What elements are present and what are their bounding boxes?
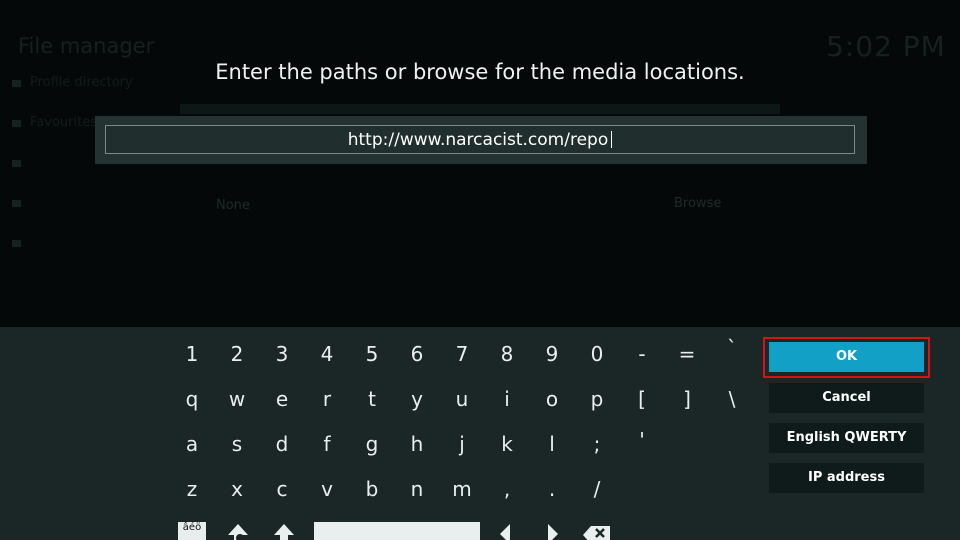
bg-folder-icon bbox=[12, 200, 21, 207]
key[interactable]: 3 bbox=[262, 342, 302, 366]
key[interactable]: b bbox=[352, 477, 392, 501]
key[interactable]: 5 bbox=[352, 342, 392, 366]
bg-panel bbox=[180, 104, 780, 114]
bg-list-item: Favourites bbox=[30, 115, 97, 130]
key[interactable]: 8 bbox=[487, 342, 527, 366]
key[interactable]: h bbox=[397, 432, 437, 456]
symbols-icon[interactable] bbox=[224, 522, 252, 540]
key[interactable]: q bbox=[172, 387, 212, 411]
key[interactable]: k bbox=[487, 432, 527, 456]
key[interactable]: t bbox=[352, 387, 392, 411]
key[interactable]: ' bbox=[622, 428, 662, 452]
key[interactable]: z bbox=[172, 477, 212, 501]
path-input-value: http://www.narcacist.com/repo bbox=[347, 130, 609, 150]
cursor-left-icon[interactable] bbox=[496, 522, 516, 540]
key[interactable]: c bbox=[262, 477, 302, 501]
key[interactable]: ; bbox=[577, 432, 617, 456]
bg-none-label: None bbox=[216, 198, 250, 213]
key[interactable]: w bbox=[217, 387, 257, 411]
bg-folder-icon bbox=[12, 240, 21, 247]
dialog-heading: Enter the paths or browse for the media … bbox=[215, 60, 745, 84]
key[interactable]: / bbox=[577, 477, 617, 501]
key[interactable]: 6 bbox=[397, 342, 437, 366]
key[interactable]: . bbox=[532, 477, 572, 501]
key[interactable]: j bbox=[442, 432, 482, 456]
key[interactable]: u bbox=[442, 387, 482, 411]
keyboard-layout-button[interactable]: English QWERTY bbox=[769, 423, 924, 453]
space-key[interactable] bbox=[314, 522, 480, 540]
key[interactable]: 0 bbox=[577, 342, 617, 366]
key[interactable]: ] bbox=[667, 387, 707, 411]
key[interactable]: p bbox=[577, 387, 617, 411]
ok-button[interactable]: OK bbox=[769, 342, 924, 372]
accent-key[interactable]: âéö bbox=[178, 522, 206, 540]
bg-folder-icon bbox=[12, 120, 21, 127]
text-caret bbox=[611, 131, 613, 148]
key[interactable]: r bbox=[307, 387, 347, 411]
bg-browse-label: Browse bbox=[674, 196, 722, 211]
key[interactable]: i bbox=[487, 387, 527, 411]
key[interactable]: l bbox=[532, 432, 572, 456]
key[interactable]: d bbox=[262, 432, 302, 456]
key[interactable]: e bbox=[262, 387, 302, 411]
key[interactable]: a bbox=[172, 432, 212, 456]
key[interactable]: - bbox=[622, 342, 662, 366]
key[interactable]: ` bbox=[712, 336, 752, 360]
key[interactable]: m bbox=[442, 477, 482, 501]
shift-icon[interactable] bbox=[270, 522, 298, 540]
path-input[interactable]: http://www.narcacist.com/repo bbox=[105, 125, 855, 154]
cursor-right-icon[interactable] bbox=[542, 522, 562, 540]
key[interactable]: f bbox=[307, 432, 347, 456]
key[interactable]: 4 bbox=[307, 342, 347, 366]
key[interactable]: g bbox=[352, 432, 392, 456]
key[interactable]: , bbox=[487, 477, 527, 501]
key[interactable]: 1 bbox=[172, 342, 212, 366]
backspace-icon[interactable] bbox=[582, 522, 612, 540]
key[interactable]: o bbox=[532, 387, 572, 411]
key[interactable]: y bbox=[397, 387, 437, 411]
key[interactable]: x bbox=[217, 477, 257, 501]
background-clock: 5:02 PM bbox=[826, 30, 946, 63]
key[interactable]: \ bbox=[712, 387, 752, 411]
cancel-button[interactable]: Cancel bbox=[769, 383, 924, 413]
key[interactable]: n bbox=[397, 477, 437, 501]
key[interactable]: [ bbox=[622, 387, 662, 411]
bg-folder-icon bbox=[12, 160, 21, 167]
ip-address-button[interactable]: IP address bbox=[769, 463, 924, 493]
key[interactable]: v bbox=[307, 477, 347, 501]
key[interactable]: 7 bbox=[442, 342, 482, 366]
background-title: File manager bbox=[18, 34, 155, 58]
key[interactable]: = bbox=[667, 342, 707, 366]
key[interactable]: 9 bbox=[532, 342, 572, 366]
key[interactable]: 2 bbox=[217, 342, 257, 366]
key[interactable]: s bbox=[217, 432, 257, 456]
